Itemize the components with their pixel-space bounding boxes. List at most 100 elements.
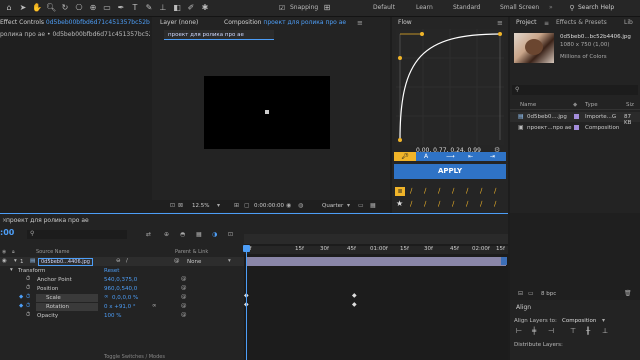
col-size[interactable]: Siz	[626, 102, 634, 108]
pickwhip-icon[interactable]: @	[174, 258, 180, 264]
transform-group[interactable]: ▾ Transform Reset	[0, 267, 244, 275]
flow-preset-1[interactable]: ∕	[410, 187, 412, 195]
workspace-standard[interactable]: Standard	[453, 4, 480, 11]
effects-presets-tab[interactable]: Effects & Presets	[556, 18, 607, 28]
fit-icon[interactable]: ⊠	[178, 202, 183, 209]
panel-menu-icon[interactable]: ≡	[357, 19, 363, 27]
flow-preset-13[interactable]: ∕	[480, 200, 482, 208]
flow-preset-2[interactable]: ∕	[424, 187, 426, 195]
stopwatch-icon[interactable]: ⏱	[26, 285, 30, 292]
snap-options-icon[interactable]: ⊞	[322, 3, 332, 13]
keyframe-nav-icon[interactable]: ◆	[19, 303, 23, 309]
flow-library-icon[interactable]: ≣	[395, 187, 405, 196]
flow-preset-12[interactable]: ∕	[466, 200, 468, 208]
libraries-tab[interactable]: Lib	[624, 18, 633, 28]
stopwatch-active-icon[interactable]: ⏱	[26, 303, 30, 310]
brush-tool-icon[interactable]: ✎	[144, 3, 154, 13]
expand-layer-icon[interactable]: ▾	[14, 258, 17, 264]
expression-pickwhip-icon[interactable]: @	[181, 303, 187, 309]
resolution-select[interactable]: Quarter	[322, 203, 343, 209]
graph-editor-icon[interactable]: ⊡	[228, 231, 233, 238]
flow-curve-graph[interactable]	[396, 29, 504, 145]
align-top-icon[interactable]: ⊤	[570, 327, 576, 335]
flow-preset-4[interactable]: ∕	[452, 187, 454, 195]
flow-preset-11[interactable]: ∕	[452, 200, 454, 208]
property-value[interactable]: 100 %	[104, 313, 121, 319]
snapshot-icon[interactable]: ◉	[286, 202, 291, 209]
av-features-icon[interactable]: ◉	[2, 249, 6, 255]
flow-ease-both-icon[interactable]: ⇥	[490, 152, 495, 161]
composition-breadcrumb-bar[interactable]: проект для ролика про ae	[164, 30, 274, 40]
flow-preset-3[interactable]: ∕	[438, 187, 440, 195]
flow-preset-10[interactable]: ∕	[438, 200, 440, 208]
puppet-tool-icon[interactable]: ✱	[200, 3, 210, 13]
workspace-small-screen[interactable]: Small Screen	[500, 4, 539, 11]
always-preview-icon[interactable]: ⊡	[170, 202, 175, 209]
search-icon[interactable]: ⚲	[567, 3, 577, 13]
project-item-comp[interactable]: ▣ проект...про ae Composition	[510, 123, 640, 133]
interpret-footage-icon[interactable]: ⊟	[518, 290, 523, 297]
quality-switch-icon[interactable]: ∕	[126, 258, 128, 264]
expression-pickwhip-icon[interactable]: @	[181, 285, 187, 291]
viewer-timecode[interactable]: 0:00:00:00	[254, 203, 284, 209]
constrain-proportions-icon[interactable]: ∞	[104, 294, 109, 300]
project-search-input[interactable]: ⚲	[512, 85, 638, 95]
flow-preset-9[interactable]: ∕	[424, 200, 426, 208]
flow-preset-14[interactable]: ∕	[494, 200, 496, 208]
bit-depth[interactable]: 8 bpc	[541, 291, 556, 297]
flow-keyframe-icon[interactable]: 🔑︎	[394, 152, 416, 161]
col-name[interactable]: Name	[520, 102, 536, 108]
zoom-dropdown-icon[interactable]: ▾	[217, 202, 220, 209]
flow-ease-in-icon[interactable]: ⟶	[446, 152, 455, 161]
home-icon[interactable]: ⌂	[4, 3, 14, 13]
timeline-search-input[interactable]: ⚲	[27, 230, 127, 239]
align-right-icon[interactable]: ⊣	[548, 327, 554, 335]
align-v-center-icon[interactable]: ╫	[586, 327, 590, 335]
pan-behind-tool-icon[interactable]: ⊕	[88, 3, 98, 13]
zoom-level[interactable]: 12.5%	[192, 203, 209, 209]
parent-dropdown-icon[interactable]: ▾	[228, 258, 231, 264]
frame-blending-icon[interactable]: ▦	[196, 231, 202, 238]
align-to-dropdown-icon[interactable]: ▾	[602, 317, 605, 324]
project-tab[interactable]: Project	[516, 18, 537, 28]
project-menu-icon[interactable]: ≡	[544, 20, 549, 27]
hand-tool-icon[interactable]: ✋	[32, 3, 42, 13]
zoom-tool-icon[interactable]: 🔍︎	[46, 3, 56, 13]
resolution-dropdown-icon[interactable]: ▾	[347, 202, 350, 209]
timeline-track-area[interactable]: 0f 15f 30f 45f 01:00f 15f 30f 45f 02:00f…	[243, 234, 508, 360]
stopwatch-icon[interactable]: ⏱	[26, 276, 30, 283]
visibility-eye-icon[interactable]: ◉	[2, 258, 7, 264]
time-ruler[interactable]: 0f 15f 30f 45f 01:00f 15f 30f 45f 02:00f…	[244, 246, 508, 254]
expression-pickwhip-icon[interactable]: @	[181, 294, 187, 300]
property-row-opacity[interactable]: ⏱ Opacity 100 % @	[0, 312, 244, 320]
keyframe-rotation-end[interactable]: ◆	[352, 301, 357, 308]
timeline-layer-row[interactable]: ◉ ▾ 1 ▤ 0d5beb0...4406.jpg ⊖ ∕ @ None ▾	[0, 257, 244, 266]
align-to-select[interactable]: Composition	[562, 318, 596, 324]
lock-col-icon[interactable]: 🔒︎	[12, 249, 15, 255]
layer-duration-bar[interactable]	[246, 257, 506, 266]
flow-ease-out-icon[interactable]: ⇤	[468, 152, 473, 161]
composition-tab[interactable]: Composition проект для ролика про ae	[224, 18, 346, 28]
flow-favorite-icon[interactable]: ★	[396, 199, 403, 208]
pen-tool-icon[interactable]: ✒	[116, 3, 126, 13]
selection-tool-icon[interactable]: ➤	[18, 3, 28, 13]
stopwatch-active-icon[interactable]: ⏱	[26, 294, 30, 301]
type-tool-icon[interactable]: T	[130, 3, 140, 13]
draft-3d-icon[interactable]: ⊕	[164, 231, 169, 238]
expand-transform-icon[interactable]: ▾	[10, 267, 13, 273]
flow-preset-6[interactable]: ∕	[480, 187, 482, 195]
stopwatch-icon[interactable]: ⏱	[26, 312, 30, 319]
timeline-tab[interactable]: проект для ролика про ae	[6, 217, 89, 224]
label-col-icon[interactable]: ◆	[573, 102, 577, 108]
clone-stamp-tool-icon[interactable]: ⊥	[158, 3, 168, 13]
align-h-center-icon[interactable]: ╪	[532, 327, 536, 335]
comp-flowchart-icon[interactable]: ⇄	[146, 231, 151, 238]
col-source-name[interactable]: Source Name	[36, 249, 70, 255]
property-value[interactable]: 0,0,0,0 %	[112, 295, 138, 301]
effect-controls-tab[interactable]: Effect Controls 0d5beb00bfbd6d71c451357b…	[0, 18, 150, 28]
flow-preset-7[interactable]: ∕	[494, 187, 496, 195]
property-row-anchor[interactable]: ⏱ Anchor Point 540,0,375,0 @	[0, 276, 244, 284]
motion-blur-icon[interactable]: ◑	[212, 231, 217, 238]
property-row-rotation[interactable]: ◆ ⏱ Rotation 0 x +91,0 ° ∞ @	[0, 303, 244, 311]
workspace-learn[interactable]: Learn	[416, 4, 433, 11]
